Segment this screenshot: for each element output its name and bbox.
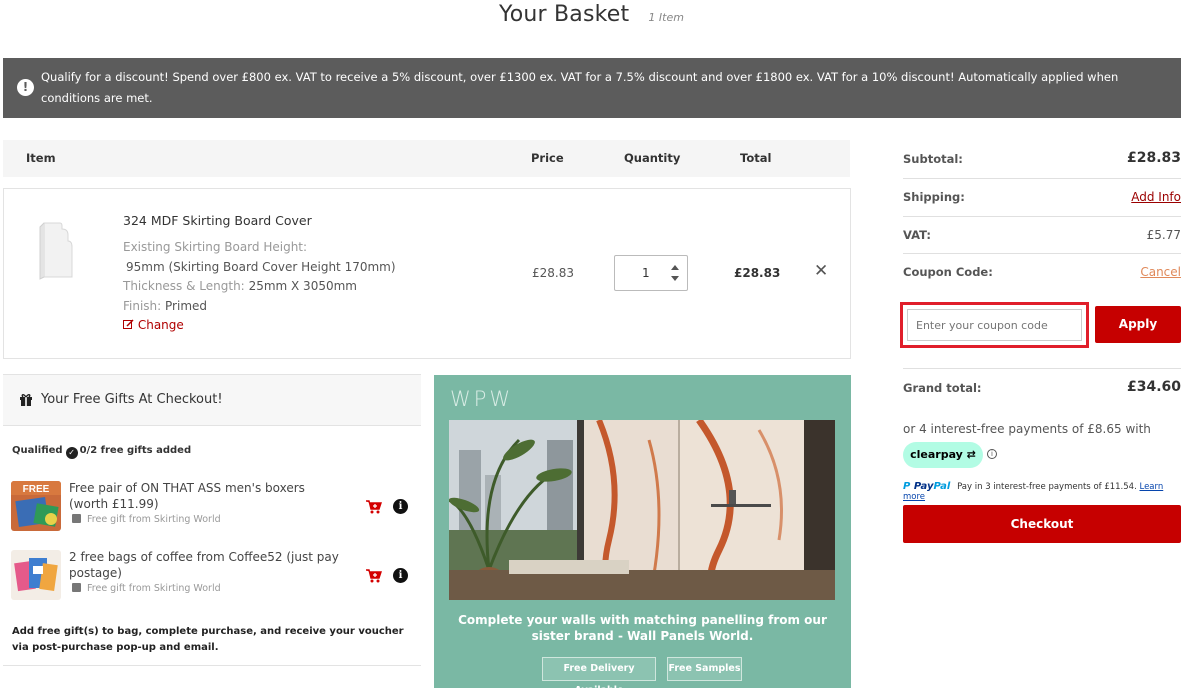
product-image[interactable] [38, 219, 78, 281]
attr-height-label: Existing Skirting Board Height: [123, 240, 308, 254]
grand-total-row: Grand total: £34.60 [903, 369, 1181, 409]
gift-source: Free gift from Skirting World [72, 514, 221, 525]
promo-text: Complete your walls with matching panell… [458, 613, 827, 643]
check-circle-icon: ✓ [65, 447, 78, 459]
gift-source: Free gift from Skirting World [72, 583, 221, 594]
gift-icon [20, 394, 32, 406]
shipping-row: Shipping: Add Info [903, 179, 1181, 217]
coupon-input[interactable] [907, 309, 1082, 341]
free-samples-button[interactable]: Free Samples [667, 657, 742, 681]
paypal-logo: P PayPal [903, 481, 951, 492]
add-shipping-info-link[interactable]: Add Info [1131, 190, 1181, 204]
gift-title: 2 free bags of coffee from Coffee52 (jus… [69, 550, 339, 580]
shipping-label: Shipping: [903, 190, 965, 204]
add-to-cart-icon[interactable] [366, 500, 382, 514]
gifts-progress: 0/2 free gifts added [79, 445, 192, 456]
grand-total-value: £34.60 [1126, 379, 1181, 395]
gift-thumbnail-coffee [11, 550, 61, 600]
edit-icon [123, 319, 134, 329]
subtotal-value: £28.83 [1126, 150, 1181, 166]
gift-item: 2 free bags of coffee from Coffee52 (jus… [3, 550, 421, 610]
clearpay-info-icon[interactable]: i [987, 449, 997, 459]
gift-item: FREE Free pair of ON THAT ASS men's boxe… [3, 481, 421, 541]
change-label: Change [137, 318, 184, 332]
info-icon[interactable]: i [393, 568, 408, 583]
clearpay-label: clearpay [910, 448, 963, 461]
change-link[interactable]: Change [123, 318, 184, 332]
item-total: £28.83 [734, 266, 781, 280]
free-gifts-panel: Your Free Gifts At Checkout! Qualified ✓ 0… [3, 374, 421, 666]
basket-item-row: 324 MDF Skirting Board Cover Existing Sk… [3, 188, 851, 359]
sister-brand-promo[interactable]: WPW Complete your walls with matching pa… [434, 375, 851, 688]
paypal-message: P PayPal Pay in 3 interest-free payments… [903, 481, 1183, 502]
gifts-qualified-status: Qualified ✓ 0/2 free gifts added [12, 445, 191, 459]
quantity-value: 1 [642, 266, 650, 280]
attr-thickness-label: Thickness & Length: [123, 279, 245, 293]
gift-thumbnail-boxers: FREE [11, 481, 61, 531]
free-gifts-header: Your Free Gifts At Checkout! [3, 375, 421, 426]
column-header-item: Item [26, 151, 56, 165]
attr-thickness-row: Thickness & Length: 25mm X 3050mm [123, 277, 396, 297]
vat-row: VAT: £5.77 [903, 217, 1181, 254]
checkout-button[interactable]: Checkout [903, 505, 1181, 543]
column-header-price: Price [531, 151, 564, 165]
notice-text: Qualify for a discount! Spend over £800 … [41, 70, 1119, 105]
qualified-label: Qualified [12, 445, 63, 456]
page-header: Your Basket 1 Item [0, 0, 1183, 40]
paypal-text: Pay in 3 interest-free payments of £11.5… [957, 482, 1137, 492]
free-badge: FREE [23, 484, 50, 495]
page-title: Your Basket [499, 2, 630, 27]
subtotal-row: Subtotal: £28.83 [903, 140, 1181, 179]
quantity-increase-icon[interactable] [671, 265, 679, 270]
column-header-quantity: Quantity [624, 151, 681, 165]
subtotal-label: Subtotal: [903, 152, 963, 166]
vat-value: £5.77 [1146, 228, 1181, 242]
cancel-coupon-link[interactable]: Cancel [1140, 265, 1181, 279]
basket-table-header: Item Price Quantity Total [3, 140, 850, 177]
clearpay-arrow-icon: ⇄ [966, 448, 976, 461]
exclamation-icon: ! [17, 79, 34, 96]
grand-total-label: Grand total: [903, 381, 982, 395]
product-name[interactable]: 324 MDF Skirting Board Cover [123, 213, 312, 228]
coupon-label: Coupon Code: [903, 265, 993, 279]
item-count: 1 Item [648, 11, 684, 24]
item-price: £28.83 [532, 266, 574, 280]
product-attributes: Existing Skirting Board Height: 95mm (Sk… [123, 238, 396, 316]
gift-icon [72, 583, 81, 592]
wpw-logo: WPW [450, 387, 514, 411]
column-header-total: Total [740, 151, 772, 165]
installments-text: or 4 interest-free payments of £8.65 wit… [903, 422, 1151, 436]
coupon-highlight [900, 302, 1089, 348]
discount-notice: ! Qualify for a discount! Spend over £80… [3, 58, 1181, 118]
quantity-stepper[interactable]: 1 [614, 255, 688, 291]
attr-finish-row: Finish: Primed [123, 297, 396, 317]
attr-finish-value: Primed [165, 298, 208, 313]
quantity-decrease-icon[interactable] [671, 276, 679, 281]
gift-icon [72, 514, 81, 523]
apply-coupon-button[interactable]: Apply [1095, 306, 1181, 343]
gifts-note: Add free gift(s) to bag, complete purcha… [12, 626, 404, 653]
remove-item-icon[interactable]: ✕ [814, 263, 828, 280]
free-delivery-button[interactable]: Free Delivery Available [542, 657, 656, 688]
add-to-cart-icon[interactable] [366, 569, 382, 583]
gift-title: Free pair of ON THAT ASS men's boxers (w… [69, 481, 305, 511]
promo-image [449, 420, 835, 600]
attr-height-value: 95mm (Skirting Board Cover Height 170mm) [126, 259, 396, 274]
clearpay-badge[interactable]: clearpay ⇄ [903, 442, 983, 468]
info-icon[interactable]: i [393, 499, 408, 514]
coupon-row: Coupon Code: Cancel [903, 254, 1181, 284]
free-gifts-title: Your Free Gifts At Checkout! [41, 392, 223, 407]
vat-label: VAT: [903, 228, 931, 242]
attr-finish-label: Finish: [123, 298, 162, 313]
attr-thickness-value: 25mm X 3050mm [248, 279, 357, 293]
